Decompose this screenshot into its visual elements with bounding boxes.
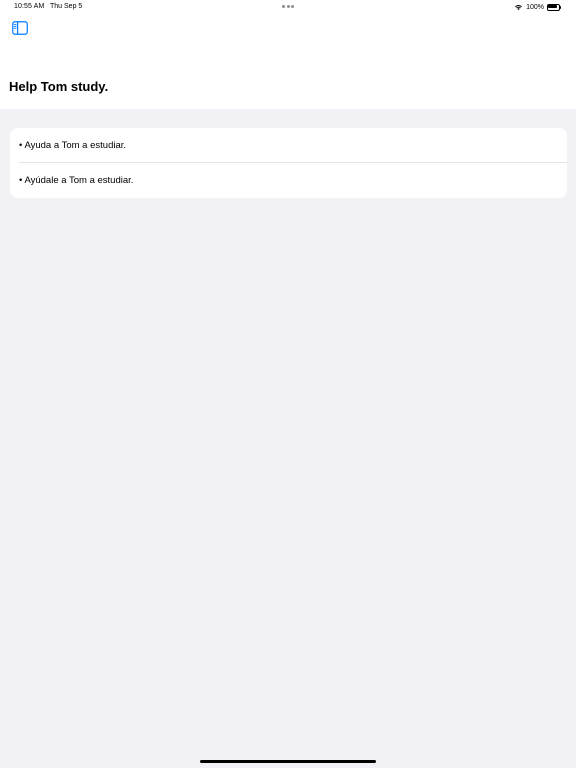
status-time: 10:55 AM	[14, 3, 45, 10]
battery-fill	[548, 4, 557, 8]
status-indicators: 100%	[514, 2, 561, 12]
list-item[interactable]: • Ayuda a Tom a estudiar.	[10, 128, 567, 163]
translations-list: • Ayuda a Tom a estudiar. • Ayúdale a To…	[10, 128, 567, 198]
translation-text: • Ayuda a Tom a estudiar.	[19, 140, 127, 151]
wifi-icon	[515, 4, 523, 11]
header-area: 10:55 AM Thu Sep 5 100% Help Tom study.	[0, 0, 576, 109]
battery-percentage: 100%	[526, 3, 544, 11]
home-indicator[interactable]	[200, 760, 376, 763]
status-date: Thu Sep 5	[50, 3, 83, 10]
multitasking-dots-icon[interactable]	[282, 5, 294, 8]
battery-icon	[547, 3, 561, 11]
sidebar-toggle-icon[interactable]	[12, 21, 28, 35]
status-bar: 10:55 AM Thu Sep 5 100%	[0, 0, 576, 14]
page-title: Help Tom study.	[9, 79, 109, 94]
list-item[interactable]: • Ayúdale a Tom a estudiar.	[10, 163, 567, 198]
translation-text: • Ayúdale a Tom a estudiar.	[19, 175, 134, 186]
